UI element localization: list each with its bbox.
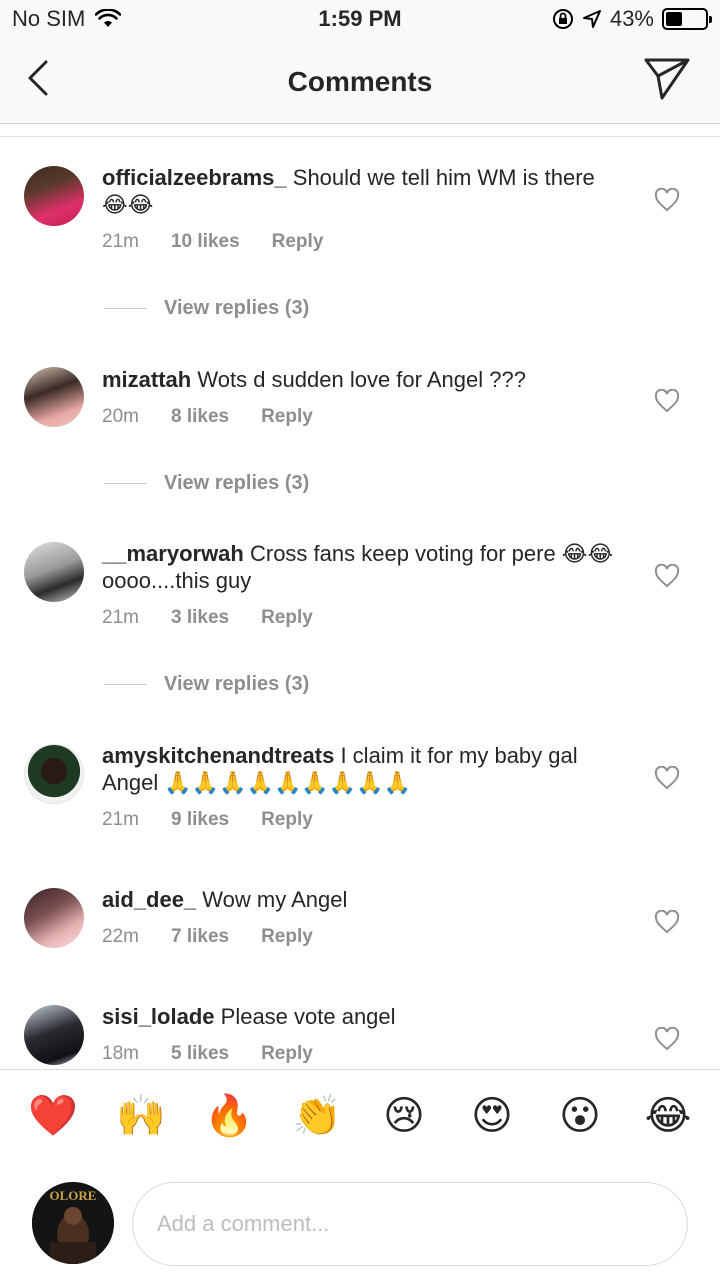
nav-bar: Comments: [0, 40, 720, 124]
comment-text: Wots d sudden love for Angel ???: [197, 367, 526, 392]
comment-body: aid_dee_ Wow my Angel: [102, 886, 622, 913]
comment-input[interactable]: [132, 1182, 688, 1266]
comment-likes[interactable]: 10 likes: [171, 231, 240, 253]
reply-button[interactable]: Reply: [261, 809, 313, 831]
reply-button[interactable]: Reply: [261, 926, 313, 948]
emoji-heart-eyes[interactable]: 😍: [468, 1092, 516, 1140]
comment-meta: 21m 3 likes Reply: [102, 607, 313, 629]
comment-time: 21m: [102, 809, 139, 830]
battery-fill: [666, 12, 682, 26]
view-replies-button[interactable]: View replies (3): [104, 297, 309, 320]
comment-body: mizattah Wots d sudden love for Angel ??…: [102, 366, 622, 393]
comment-meta: 20m 8 likes Reply: [102, 406, 313, 428]
profile-picture: OLORE: [32, 1182, 114, 1264]
comment-likes[interactable]: 9 likes: [171, 809, 229, 831]
battery-percent: 43%: [609, 6, 654, 31]
view-replies-button[interactable]: View replies (3): [104, 472, 309, 495]
orientation-lock-icon: [552, 9, 573, 29]
emoji-crying[interactable]: 😢: [380, 1092, 428, 1140]
comment-text: Wow my Angel: [202, 887, 348, 912]
emoji-fire[interactable]: 🔥: [204, 1092, 254, 1140]
comment-meta: 21m 9 likes Reply: [102, 809, 313, 831]
replies-line: [104, 483, 146, 484]
comment-likes[interactable]: 3 likes: [171, 607, 229, 629]
comment-username[interactable]: __maryorwah: [102, 541, 244, 566]
avatar[interactable]: [24, 1005, 84, 1065]
avatar[interactable]: [24, 166, 84, 226]
heart-icon[interactable]: [654, 564, 680, 588]
comment-likes[interactable]: 5 likes: [171, 1043, 229, 1065]
comment-meta: 18m 5 likes Reply: [102, 1043, 313, 1065]
avatar[interactable]: [24, 888, 84, 948]
comment-username[interactable]: mizattah: [102, 367, 191, 392]
page-title: Comments: [287, 66, 433, 97]
reply-button[interactable]: Reply: [261, 1043, 313, 1065]
comment-body: amyskitchenandtreats I claim it for my b…: [102, 742, 622, 796]
comment-body: sisi_lolade Please vote angel: [102, 1003, 622, 1030]
comments-list[interactable]: officialzeebrams_ Should we tell him WM …: [0, 137, 720, 1069]
status-right: 43%: [552, 6, 712, 32]
comment-time: 21m: [102, 231, 139, 252]
avatar: OLORE: [32, 1182, 114, 1264]
emoji-reaction-bar: ❤️ 🙌 🔥 👏 😢 😍 😮 😂: [0, 1070, 720, 1174]
comment-meta: 22m 7 likes Reply: [102, 926, 313, 948]
heart-icon[interactable]: [654, 910, 680, 934]
comment-likes[interactable]: 8 likes: [171, 406, 229, 428]
comment-time: 18m: [102, 1043, 139, 1064]
comment-time: 20m: [102, 406, 139, 427]
reply-button[interactable]: Reply: [261, 607, 313, 629]
reply-button[interactable]: Reply: [272, 231, 324, 253]
comment-text: Please vote angel: [220, 1004, 396, 1029]
comment-body: __maryorwah Cross fans keep voting for p…: [102, 540, 622, 594]
comment-likes[interactable]: 7 likes: [171, 926, 229, 948]
heart-icon[interactable]: [654, 389, 680, 413]
replies-line: [104, 684, 146, 685]
heart-icon[interactable]: [654, 188, 680, 212]
replies-line: [104, 308, 146, 309]
battery-icon: [662, 8, 712, 30]
emoji-surprised[interactable]: 😮: [556, 1092, 604, 1140]
view-replies-label: View replies (3): [164, 297, 310, 319]
comment-username[interactable]: officialzeebrams_: [102, 165, 287, 190]
emoji-laughing[interactable]: 😂: [644, 1092, 692, 1140]
comment-username[interactable]: aid_dee_: [102, 887, 196, 912]
heart-icon[interactable]: [654, 1027, 680, 1051]
comment-body: officialzeebrams_ Should we tell him WM …: [102, 164, 622, 218]
view-replies-button[interactable]: View replies (3): [104, 673, 309, 696]
avatar[interactable]: [24, 542, 84, 602]
location-arrow-icon: [582, 10, 601, 28]
comment-time: 21m: [102, 607, 139, 628]
emoji-heart[interactable]: ❤️: [28, 1092, 78, 1140]
view-replies-label: View replies (3): [164, 673, 310, 695]
heart-icon[interactable]: [654, 766, 680, 790]
reply-button[interactable]: Reply: [261, 406, 313, 428]
view-replies-label: View replies (3): [164, 472, 310, 494]
emoji-clapping[interactable]: 👏: [292, 1092, 342, 1140]
avatar[interactable]: [24, 367, 84, 427]
avatar-logo-text: OLORE: [50, 1188, 97, 1203]
emoji-raised-hands[interactable]: 🙌: [116, 1092, 166, 1140]
comment-composer: OLORE: [0, 1174, 720, 1280]
status-bar: No SIM 1:59 PM 43%: [0, 0, 720, 40]
comment-username[interactable]: amyskitchenandtreats: [102, 743, 334, 768]
avatar[interactable]: [24, 744, 84, 804]
comment-username[interactable]: sisi_lolade: [102, 1004, 215, 1029]
comment-meta: 21m 10 likes Reply: [102, 231, 323, 253]
comment-time: 22m: [102, 926, 139, 947]
paper-plane-icon[interactable]: [642, 56, 692, 102]
